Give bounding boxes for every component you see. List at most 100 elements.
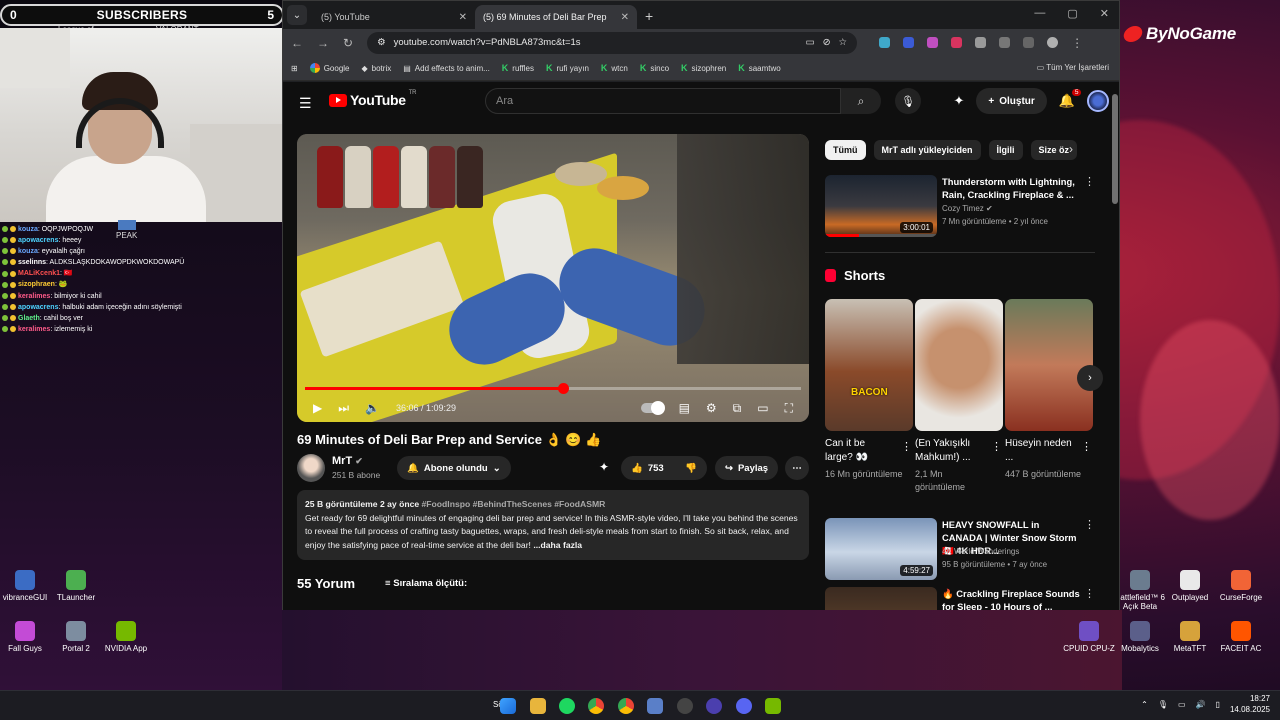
video-thumbnail[interactable]: 4:59:27 [825,518,937,580]
more-vert-icon[interactable]: ⋮ [901,440,912,453]
spotify-icon[interactable] [559,698,575,714]
chrome-icon[interactable] [618,698,634,714]
filter-chip[interactable]: İlgili [988,140,1023,160]
short-title[interactable]: (En Yakışıklı Mahkum!) ... [915,437,985,465]
extension-icon[interactable] [951,37,963,48]
shorts-next-button[interactable]: › [1077,365,1103,391]
show-more-link[interactable]: ...daha fazla [533,540,582,550]
theater-icon[interactable]: ▭ [757,401,768,415]
bookmark-item[interactable]: Kruffles [502,63,534,73]
desktop-icon[interactable]: NVIDIA App [96,621,156,653]
maximize-icon[interactable]: ▢ [1067,7,1077,20]
filter-chip[interactable]: MrT adlı yükleyiciden [873,140,981,160]
next-icon[interactable]: ⏭ [338,401,349,416]
back-icon[interactable]: ← [291,36,303,50]
video-thumbnail[interactable]: 3:00:01 [825,175,937,237]
more-vert-icon[interactable]: ⋮ [1081,440,1092,453]
reload-icon[interactable]: ↻ [343,36,353,50]
autoplay-toggle[interactable] [640,401,665,415]
volume-icon[interactable]: 🔈 [365,401,380,415]
menu-icon[interactable]: ☰ [299,95,312,112]
url-field[interactable]: ⚙ youtube.com/watch?v=PdNBLA873mc&t=1s ▭… [367,31,858,54]
chrome-icon[interactable] [588,698,604,714]
play-icon[interactable]: ▶ [313,401,322,415]
network-icon[interactable]: ▭ [1178,700,1186,709]
gemini-icon[interactable]: ✦ [954,93,965,109]
nvidia-icon[interactable] [765,698,781,714]
extension-icon[interactable] [975,37,987,48]
mic-icon[interactable]: 🎙 [1158,700,1168,709]
discord-icon[interactable] [736,698,752,714]
subscribed-button[interactable]: 🔔 Abone olundu ⌄ [397,456,511,480]
clock[interactable]: 18:27 14.08.2025 [1230,693,1270,715]
cast-icon[interactable]: ▭ [806,37,815,48]
extension-icon[interactable] [927,37,939,48]
desktop-icon[interactable]: FACEIT AC [1211,621,1271,653]
puzzle-icon[interactable] [999,37,1011,48]
related-video[interactable]: 🔥 Crackling Fireplace Sounds for Sleep -… [825,587,1095,610]
app-icon[interactable] [647,698,663,714]
more-vert-icon[interactable]: ⋮ [991,440,1002,453]
more-vert-icon[interactable]: ⋮ [1084,518,1095,531]
search-button[interactable]: ⌕ [841,88,881,114]
new-tab-button[interactable]: + [645,8,653,24]
voice-search-button[interactable]: 🎙 [895,88,921,114]
short-thumbnail[interactable] [1005,299,1093,431]
more-vert-icon[interactable]: ⋮ [1084,175,1095,188]
sort-button[interactable]: ≡ Sıralama ölçütü: [385,578,467,589]
extension-icon[interactable] [903,37,915,48]
video-player[interactable]: ▶ ⏭ 🔈 36:06 / 1:09:29 ▤ ⚙ ⧉ ▭ ⛶ [297,134,809,422]
chevron-right-icon[interactable]: › [1069,142,1073,156]
bookmark-item[interactable]: Ksaamtwo [738,63,781,73]
browser-menu-icon[interactable]: ⋮ [1071,36,1083,50]
bookmark-item[interactable]: Krufi yayın [546,63,589,73]
description-box[interactable]: 25 B görüntüleme 2 ay önce #FoodInspo #B… [297,490,809,560]
apps-grid-icon[interactable]: ⊞ [291,64,298,73]
fullscreen-icon[interactable]: ⛶ [785,401,793,416]
site-info-icon[interactable]: ⚙ [377,37,386,48]
settings-icon[interactable]: ⚙ [706,401,717,415]
desktop-icon[interactable]: TLauncher [46,570,106,602]
reading-list-icon[interactable] [1023,37,1035,48]
close-window-icon[interactable]: ✕ [1100,7,1109,20]
eye-off-icon[interactable]: ⊘ [823,37,831,48]
related-video[interactable]: 3:00:01 Thunderstorm with Lightning, Rai… [825,175,1095,237]
search-input[interactable]: Ara [485,88,841,114]
ask-ai-icon[interactable]: ✦ [599,460,609,474]
file-explorer-icon[interactable] [530,698,546,714]
bookmark-item[interactable]: ◆ botrix [362,64,392,73]
profile-icon[interactable] [1047,37,1059,48]
related-video[interactable]: 4:59:27 HEAVY SNOWFALL in CANADA | Winte… [825,518,1095,580]
bookmark-item[interactable]: Ksizophren [681,63,726,73]
close-icon[interactable]: ✕ [621,12,629,23]
short-thumbnail[interactable] [915,299,1003,431]
short-title[interactable]: Can it be large? 👀 [825,437,895,465]
thumb-down-icon[interactable]: 👎 [685,463,697,474]
chevron-up-icon[interactable]: ⌃ [1141,700,1148,709]
app-icon[interactable] [706,698,722,714]
more-actions-button[interactable]: ⋯ [785,456,809,480]
tab-youtube-home[interactable]: (5) YouTube ✕ [313,5,475,93]
scrubber-handle[interactable] [557,383,569,394]
all-bookmarks-folder[interactable]: ▭ Tüm Yer İşaretleri [1037,63,1109,72]
tab-search-button[interactable]: ⌄ [287,5,307,25]
bookmark-item[interactable]: Ksinco [640,63,669,73]
notifications-button[interactable]: 🔔 5 [1059,89,1081,109]
volume-icon[interactable]: 🔊 [1196,700,1206,709]
hashtags[interactable]: #FoodInspo #BehindTheScenes #FoodASMR [422,499,606,509]
bookmark-item[interactable]: Kwtcn [601,63,628,73]
short-title[interactable]: Hüseyin neden ... [1005,437,1075,465]
miniplayer-icon[interactable]: ⧉ [733,401,742,416]
progress-bar[interactable] [305,383,801,394]
channel-name[interactable]: MrT ✔ [332,455,363,467]
bookmark-item[interactable]: Google [309,63,350,73]
account-avatar[interactable] [1087,90,1109,112]
bookmark-item[interactable]: ▤ Add effects to anim... [403,64,490,73]
bookmark-star-icon[interactable]: ☆ [839,37,848,48]
scrollbar-thumb[interactable] [1112,94,1118,204]
subtitles-icon[interactable]: ▤ [679,401,690,415]
minimize-icon[interactable]: — [1034,7,1045,20]
more-vert-icon[interactable]: ⋮ [1084,587,1095,600]
tab-deli-video[interactable]: (5) 69 Minutes of Deli Bar Prep ✕ [475,5,637,93]
short-thumbnail[interactable]: BACON [825,299,913,431]
